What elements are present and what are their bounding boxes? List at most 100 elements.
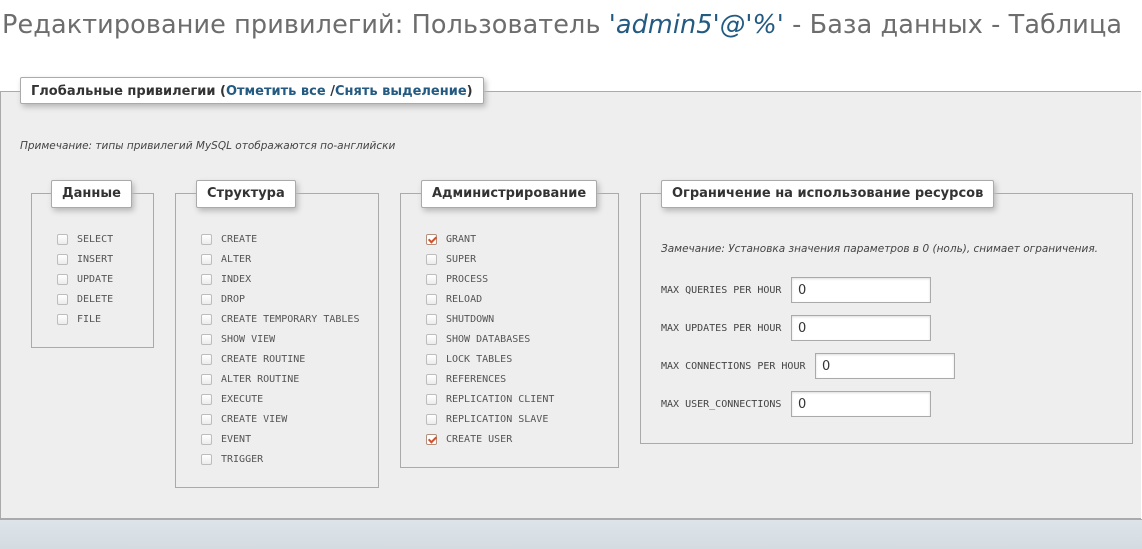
privilege-checkbox[interactable] — [57, 313, 68, 325]
privilege-checkbox[interactable] — [426, 313, 437, 325]
max-user-connections-input[interactable] — [791, 391, 931, 417]
privilege-row-event[interactable]: EVENT — [201, 429, 359, 449]
privilege-row-shutdown[interactable]: SHUTDOWN — [426, 309, 554, 329]
privilege-label[interactable]: ALTER — [221, 254, 251, 265]
privilege-checkbox[interactable] — [426, 253, 437, 265]
privilege-row-references[interactable]: REFERENCES — [426, 369, 554, 389]
privilege-checkbox[interactable] — [426, 353, 437, 365]
resource-limits-note: Замечание: Установка значения параметров… — [661, 243, 1098, 255]
privilege-checkbox[interactable] — [426, 413, 437, 425]
privilege-label[interactable]: GRANT — [446, 234, 476, 245]
privilege-checkbox[interactable] — [57, 233, 68, 245]
privilege-checkbox[interactable] — [426, 393, 437, 405]
privilege-label[interactable]: DELETE — [77, 294, 113, 305]
privilege-label[interactable]: FILE — [77, 314, 101, 325]
privilege-row-index[interactable]: INDEX — [201, 269, 359, 289]
link-separator: / — [325, 84, 335, 99]
max-queries-input[interactable] — [791, 277, 931, 303]
max-updates-input[interactable] — [791, 315, 931, 341]
privilege-row-super[interactable]: SUPER — [426, 249, 554, 269]
privilege-label[interactable]: DROP — [221, 294, 245, 305]
privilege-row-drop[interactable]: DROP — [201, 289, 359, 309]
privilege-checkbox[interactable] — [426, 373, 437, 385]
privilege-row-trigger[interactable]: TRIGGER — [201, 449, 359, 469]
privilege-checkbox[interactable] — [201, 393, 212, 405]
uncheck-all-link[interactable]: Снять выделение — [335, 84, 467, 99]
privilege-label[interactable]: SHUTDOWN — [446, 314, 494, 325]
privilege-checkbox[interactable] — [201, 313, 212, 325]
privilege-label[interactable]: ALTER ROUTINE — [221, 374, 299, 385]
privilege-row-replication-slave[interactable]: REPLICATION SLAVE — [426, 409, 554, 429]
privilege-row-alter-routine[interactable]: ALTER ROUTINE — [201, 369, 359, 389]
privilege-label[interactable]: INSERT — [77, 254, 113, 265]
privilege-label[interactable]: TRIGGER — [221, 454, 263, 465]
privilege-row-process[interactable]: PROCESS — [426, 269, 554, 289]
privilege-label[interactable]: RELOAD — [446, 294, 482, 305]
privilege-checkbox[interactable] — [426, 333, 437, 345]
privilege-label[interactable]: REPLICATION SLAVE — [446, 414, 548, 425]
privilege-label[interactable]: INDEX — [221, 274, 251, 285]
max-connections-input[interactable] — [815, 353, 955, 379]
privilege-label[interactable]: CREATE — [221, 234, 257, 245]
privilege-checkbox[interactable] — [57, 293, 68, 305]
privilege-label[interactable]: REPLICATION CLIENT — [446, 394, 554, 405]
privilege-checkbox[interactable] — [201, 413, 212, 425]
mysql-english-note: Примечание: типы привилегий MySQL отобра… — [20, 140, 396, 152]
privilege-label[interactable]: CREATE ROUTINE — [221, 354, 305, 365]
privilege-row-show-databases[interactable]: SHOW DATABASES — [426, 329, 554, 349]
privilege-checkbox[interactable] — [201, 233, 212, 245]
privilege-row-insert[interactable]: INSERT — [57, 249, 113, 269]
privilege-checkbox[interactable] — [426, 273, 437, 285]
privilege-checkbox[interactable] — [426, 233, 437, 245]
privilege-row-lock-tables[interactable]: LOCK TABLES — [426, 349, 554, 369]
privilege-label[interactable]: CREATE VIEW — [221, 414, 287, 425]
privilege-checkbox[interactable] — [201, 253, 212, 265]
privilege-row-show-view[interactable]: SHOW VIEW — [201, 329, 359, 349]
privilege-checkbox[interactable] — [426, 433, 437, 445]
max-queries-label: MAX QUERIES PER HOUR — [661, 285, 782, 296]
privilege-label[interactable]: UPDATE — [77, 274, 113, 285]
resource-limits-legend: Ограничение на использование ресурсов — [661, 180, 995, 208]
data-privileges-legend: Данные — [51, 180, 132, 208]
structure-privileges-list: CREATE ALTER INDEX DROP CREATE TEMPORARY TAB… — [201, 229, 359, 469]
privilege-row-update[interactable]: UPDATE — [57, 269, 113, 289]
privilege-checkbox[interactable] — [426, 293, 437, 305]
privilege-row-reload[interactable]: RELOAD — [426, 289, 554, 309]
privilege-row-create-temporary-tables[interactable]: CREATE TEMPORARY TABLES — [201, 309, 359, 329]
privilege-row-file[interactable]: FILE — [57, 309, 113, 329]
privilege-row-create-user[interactable]: CREATE USER — [426, 429, 554, 449]
data-privileges-list: SELECT INSERT UPDATE DELETE FILE — [57, 229, 113, 329]
privilege-label[interactable]: SHOW DATABASES — [446, 334, 530, 345]
title-user: 'admin5'@'%' — [608, 10, 784, 40]
privilege-label[interactable]: SHOW VIEW — [221, 334, 275, 345]
privilege-label[interactable]: SELECT — [77, 234, 113, 245]
privilege-label[interactable]: PROCESS — [446, 274, 488, 285]
privilege-checkbox[interactable] — [201, 433, 212, 445]
privilege-row-grant[interactable]: GRANT — [426, 229, 554, 249]
privilege-row-delete[interactable]: DELETE — [57, 289, 113, 309]
legend-close-paren: ) — [466, 84, 473, 99]
privilege-label[interactable]: CREATE USER — [446, 434, 512, 445]
privilege-row-create-view[interactable]: CREATE VIEW — [201, 409, 359, 429]
privilege-label[interactable]: EXECUTE — [221, 394, 263, 405]
privilege-checkbox[interactable] — [201, 333, 212, 345]
privilege-label[interactable]: SUPER — [446, 254, 476, 265]
privilege-checkbox[interactable] — [57, 273, 68, 285]
privilege-checkbox[interactable] — [201, 453, 212, 465]
privilege-row-select[interactable]: SELECT — [57, 229, 113, 249]
privilege-row-alter[interactable]: ALTER — [201, 249, 359, 269]
privilege-label[interactable]: LOCK TABLES — [446, 354, 512, 365]
privilege-label[interactable]: REFERENCES — [446, 374, 506, 385]
privilege-label[interactable]: EVENT — [221, 434, 251, 445]
privilege-row-replication-client[interactable]: REPLICATION CLIENT — [426, 389, 554, 409]
privilege-row-create-routine[interactable]: CREATE ROUTINE — [201, 349, 359, 369]
privilege-label[interactable]: CREATE TEMPORARY TABLES — [221, 314, 359, 325]
check-all-link[interactable]: Отметить все — [226, 84, 326, 99]
privilege-row-execute[interactable]: EXECUTE — [201, 389, 359, 409]
privilege-checkbox[interactable] — [201, 273, 212, 285]
privilege-checkbox[interactable] — [201, 353, 212, 365]
privilege-checkbox[interactable] — [201, 293, 212, 305]
privilege-row-create[interactable]: CREATE — [201, 229, 359, 249]
privilege-checkbox[interactable] — [57, 253, 68, 265]
privilege-checkbox[interactable] — [201, 373, 212, 385]
